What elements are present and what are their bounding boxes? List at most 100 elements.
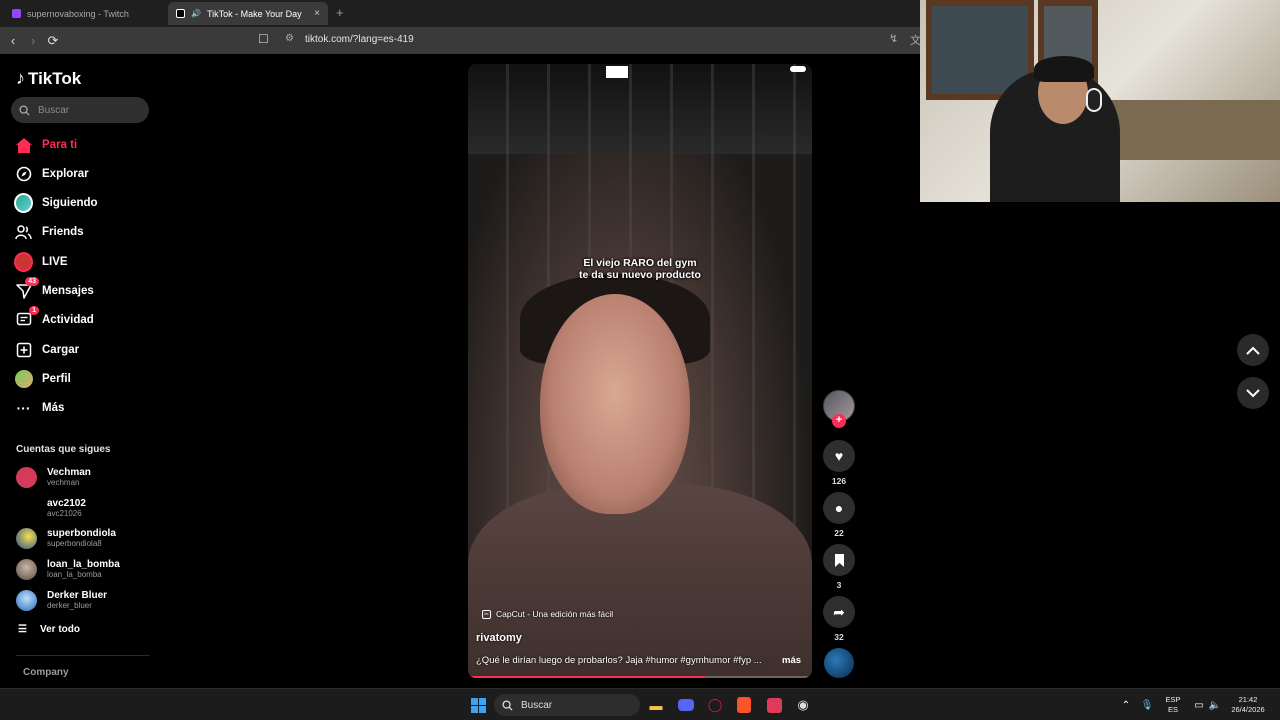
video-player[interactable]: El viejo RARO del gym te da su nuevo pro… <box>468 64 812 678</box>
comment-count: 22 <box>834 528 844 538</box>
video-subject <box>540 294 690 514</box>
search-icon <box>502 699 513 711</box>
sidebar-divider <box>16 655 150 656</box>
chevron-up-icon <box>1246 346 1260 355</box>
follow-button[interactable]: + <box>832 414 846 428</box>
upload-icon <box>14 341 33 360</box>
video-progress-bar[interactable] <box>468 676 812 678</box>
file-explorer-icon[interactable]: ▬ <box>647 696 665 714</box>
following-account[interactable]: superbondiola superbondiola8 <box>16 524 116 552</box>
chevron-down-icon <box>1246 388 1260 397</box>
see-all-button[interactable]: ☰ Ver todo <box>18 624 80 635</box>
home-icon <box>14 136 33 155</box>
reload-button[interactable]: ⟳ <box>43 33 63 49</box>
nav-label: Siguiendo <box>42 197 98 209</box>
nav-mas[interactable]: ··· Más <box>14 396 65 420</box>
brave-browser-icon[interactable] <box>735 696 753 714</box>
more-icon: ··· <box>16 400 31 416</box>
tiktok-logo[interactable]: ♪ TikTok <box>16 68 81 89</box>
tiktok-sidebar: ♪ TikTok Buscar Para ti Explorar Siguien… <box>0 54 160 688</box>
extension-icon[interactable]: ↯ <box>889 32 898 45</box>
previous-video-button[interactable] <box>1237 334 1269 366</box>
video-background <box>606 66 628 78</box>
search-input[interactable]: Buscar <box>11 97 149 123</box>
following-account[interactable]: Vechman vechman <box>16 463 91 491</box>
nav-cargar[interactable]: Cargar <box>14 338 79 362</box>
nav-para-ti[interactable]: Para ti <box>14 133 77 157</box>
new-tab-button[interactable]: + <box>336 5 344 20</box>
microphone-icon[interactable]: 🎙 <box>1138 696 1156 714</box>
messages-badge: 43 <box>25 276 39 286</box>
following-account[interactable]: avc2102 avc21026 <box>16 494 86 522</box>
share-icon: ➦ <box>823 596 855 628</box>
list-icon: ☰ <box>18 624 27 635</box>
discord-icon[interactable] <box>677 696 695 714</box>
account-avatar <box>16 589 37 611</box>
next-video-button[interactable] <box>1237 377 1269 409</box>
comment-button[interactable]: ● 22 <box>823 492 855 538</box>
clock[interactable]: 21:42 26/4/2026 <box>1226 695 1270 715</box>
windows-logo-icon <box>470 697 486 713</box>
forward-button[interactable]: › <box>23 33 43 48</box>
nav-label: Mensajes <box>42 285 94 297</box>
audio-icon[interactable]: 🔊 <box>191 9 201 18</box>
volume-icon[interactable]: 🔈 <box>1206 696 1224 714</box>
tiktok-note-icon: ♪ <box>16 68 25 88</box>
tab-title: TikTok - Make Your Day <box>206 8 302 19</box>
obs-icon[interactable]: ◉ <box>794 696 812 714</box>
caption-more-button[interactable]: más <box>782 655 801 666</box>
bookmark-icon <box>823 544 855 576</box>
nav-live[interactable]: LIVE <box>14 250 68 274</box>
friends-icon <box>14 223 33 242</box>
close-tab-icon[interactable]: × <box>314 8 320 19</box>
account-avatar <box>16 527 37 549</box>
video-author[interactable]: rivatomy <box>476 632 522 644</box>
like-count: 126 <box>831 476 847 486</box>
taskbar-search[interactable]: Buscar <box>494 694 640 716</box>
music-disc-icon[interactable] <box>824 648 854 678</box>
webcam-scene <box>1110 100 1280 160</box>
company-link[interactable]: Company <box>23 667 69 678</box>
tray-overflow-icon[interactable]: ⌃ <box>1117 696 1135 714</box>
tab-twitch[interactable]: supernovaboxing - Twitch <box>4 2 164 25</box>
nav-label: Actividad <box>42 314 94 326</box>
nav-label: Friends <box>42 226 84 238</box>
twitch-favicon-icon <box>12 9 21 18</box>
capcut-icon: ✂ <box>482 609 491 619</box>
nav-label: Para ti <box>42 139 78 151</box>
back-button[interactable]: ‹ <box>3 33 23 48</box>
following-account[interactable]: loan_la_bomba loan_la_bomba <box>16 555 120 583</box>
nav-siguiendo[interactable]: Siguiendo <box>14 191 98 215</box>
share-button[interactable]: ➦ 32 <box>823 596 855 642</box>
start-button[interactable] <box>469 696 487 714</box>
todoist-icon[interactable] <box>765 696 783 714</box>
following-account[interactable]: Derker Bluer derker_bluer <box>16 586 107 614</box>
following-avatar-icon <box>14 193 33 213</box>
video-overlay-text: El viejo RARO del gym te da su nuevo pro… <box>579 257 701 281</box>
activity-icon: 1 <box>14 305 39 330</box>
live-icon <box>14 252 33 272</box>
nav-label: Cargar <box>42 344 80 356</box>
site-info-icon[interactable]: ⚙ <box>285 33 294 44</box>
windows-taskbar: Buscar ▬ ◯ ◉ ⌃ 🎙 ESP ES ▭ 🔈 21:42 26/4/2… <box>0 688 1280 720</box>
nav-perfil[interactable]: Perfil <box>14 367 71 391</box>
input-language[interactable]: ESP ES <box>1163 695 1183 715</box>
video-progress-fill <box>468 676 706 678</box>
comment-icon: ● <box>823 492 855 524</box>
bookmark-icon[interactable]: ☐ <box>258 32 269 46</box>
address-bar[interactable]: tiktok.com/?lang=es-419 <box>305 34 414 45</box>
like-button[interactable]: ♥ 126 <box>823 440 855 486</box>
nav-actividad[interactable]: 1 Actividad <box>14 305 94 332</box>
heart-icon: ♥ <box>823 440 855 472</box>
nav-label: Perfil <box>42 373 71 385</box>
opera-icon[interactable]: ◯ <box>706 696 724 714</box>
tab-tiktok[interactable]: 🔊 TikTok - Make Your Day × <box>168 2 328 25</box>
webcam-person <box>1034 56 1094 82</box>
capcut-link[interactable]: ✂ CapCut - Una edición más fácil <box>482 609 613 619</box>
nav-explorar[interactable]: Explorar <box>14 162 89 186</box>
save-button[interactable]: 3 <box>823 544 855 590</box>
search-placeholder: Buscar <box>38 104 70 116</box>
nav-mensajes[interactable]: 43 Mensajes <box>14 276 94 303</box>
headset-icon <box>1086 88 1102 112</box>
nav-friends[interactable]: Friends <box>14 220 84 244</box>
